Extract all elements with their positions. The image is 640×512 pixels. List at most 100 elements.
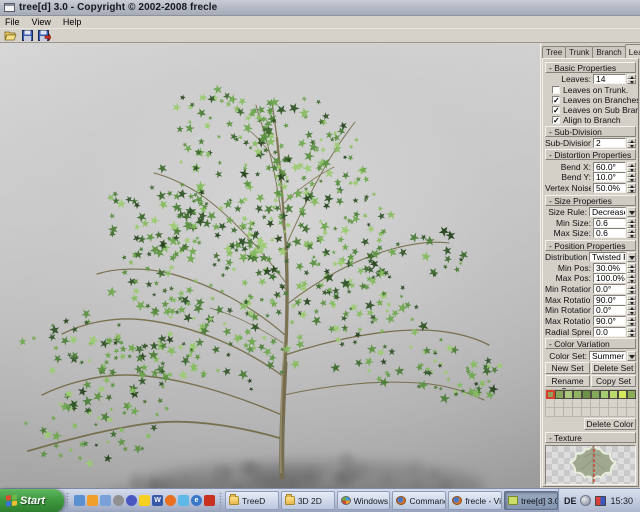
tab-branch[interactable]: Branch: [592, 46, 625, 58]
section-header-texture[interactable]: - Texture: [545, 432, 636, 443]
section-header-color-variation[interactable]: - Color Variation: [545, 338, 636, 349]
word-icon[interactable]: W: [152, 495, 163, 506]
max-rotation-y-field[interactable]: 90.0°: [593, 316, 626, 326]
viewport-3d[interactable]: [0, 43, 540, 488]
section-header-size-properties[interactable]: - Size Properties: [545, 195, 636, 206]
property-row-min-size: Min Size:0.6: [545, 217, 636, 228]
section-header-basic-properties[interactable]: - Basic Properties: [545, 62, 636, 73]
tab-leaf[interactable]: Leaf: [625, 44, 640, 58]
ie-icon[interactable]: e: [191, 495, 202, 506]
color-swatch[interactable]: [555, 390, 564, 399]
tray-update-icon[interactable]: [580, 495, 591, 506]
color-swatch[interactable]: [564, 390, 573, 399]
color-swatch[interactable]: [573, 390, 582, 399]
property-row-max-size: Max Size:0.6: [545, 228, 636, 239]
menu-view[interactable]: View: [32, 17, 51, 27]
field-label-min-size: Min Size:: [545, 218, 591, 228]
min-rotation-x-field[interactable]: 0.0°: [593, 284, 626, 294]
tab-trunk[interactable]: Trunk: [565, 46, 593, 58]
spinner-down-button[interactable]: [627, 268, 636, 273]
messenger-icon[interactable]: [178, 495, 189, 506]
leaves-field[interactable]: 14: [593, 74, 626, 84]
max-pos-field[interactable]: 100.0%: [593, 273, 626, 283]
color-swatch[interactable]: [546, 390, 555, 399]
color-set-field[interactable]: Summer: [589, 351, 626, 361]
spinner-down-button[interactable]: [627, 321, 636, 326]
media-icon[interactable]: [126, 495, 137, 506]
color-swatch[interactable]: [609, 390, 618, 399]
winamp-icon[interactable]: [139, 495, 150, 506]
tray-display-icon[interactable]: [595, 496, 606, 506]
checkbox-label-leaves-on-trunk: Leaves on Trunk.: [563, 85, 628, 95]
export-file-icon[interactable]: [38, 30, 51, 41]
save-file-icon[interactable]: [22, 30, 33, 41]
taskbar-button-3d-2d[interactable]: 3D 2D: [281, 491, 335, 510]
show-desktop-icon[interactable]: [74, 495, 85, 506]
delete-color-button[interactable]: Delete Color: [584, 418, 636, 430]
spinner-down-button[interactable]: [627, 278, 636, 283]
checkbox-label-leaves-on-sub-branches: Leaves on Sub Branches: [563, 105, 639, 115]
taskbar-button-command-and[interactable]: Command and...: [392, 491, 446, 510]
tab-tree[interactable]: Tree: [542, 46, 566, 58]
color-swatch[interactable]: [618, 390, 627, 399]
taskbar-button-frecle-view-t[interactable]: frecle - View t...: [448, 491, 502, 510]
min-size-field[interactable]: 0.6: [593, 218, 626, 228]
radial-spread-field[interactable]: 0.0: [593, 327, 626, 337]
checkbox-leaves-on-branches[interactable]: ✓: [552, 96, 560, 104]
section-header-distortion-properties[interactable]: - Distortion Properties: [545, 149, 636, 160]
spinner-down-button[interactable]: [627, 310, 636, 315]
color-swatch[interactable]: [582, 390, 591, 399]
menu-help[interactable]: Help: [63, 17, 82, 27]
checkbox-align-to-branch[interactable]: ✓: [552, 116, 560, 124]
music-icon[interactable]: [204, 495, 215, 506]
spinner-down-button[interactable]: [627, 332, 636, 337]
sub-divisions-field[interactable]: 2: [593, 138, 626, 148]
taskband-grip[interactable]: [219, 492, 223, 510]
open-file-icon[interactable]: [4, 30, 17, 41]
spinner-down-button[interactable]: [627, 233, 636, 238]
bend-y-field[interactable]: 10.0°: [593, 172, 626, 182]
color-swatch[interactable]: [600, 390, 609, 399]
explorer-icon[interactable]: [100, 495, 111, 506]
color-set-dropdown-button[interactable]: [627, 351, 636, 361]
taskbar-button-windows-medi[interactable]: Windows Medi...: [337, 491, 391, 510]
section-header-position-properties[interactable]: - Position Properties: [545, 240, 636, 251]
taskbar-button-tree-d-3-0-c[interactable]: tree[d] 3.0 - C...: [504, 491, 558, 510]
max-size-field[interactable]: 0.6: [593, 228, 626, 238]
color-swatch[interactable]: [627, 390, 636, 399]
volume-icon[interactable]: [113, 495, 124, 506]
spinner-down-button[interactable]: [627, 167, 636, 172]
spinner-down-button[interactable]: [627, 143, 636, 148]
mail-icon[interactable]: [87, 495, 98, 506]
spinner-down-button[interactable]: [627, 289, 636, 294]
bend-x-field[interactable]: 60.0°: [593, 162, 626, 172]
rename-set-button[interactable]: Rename Set: [545, 375, 590, 387]
leaf-texture-preview[interactable]: [545, 445, 636, 485]
new-set-button[interactable]: New Set: [545, 362, 590, 374]
spinner-down-button[interactable]: [627, 223, 636, 228]
size-rule-field[interactable]: Decrease: [589, 207, 626, 217]
firefox-icon[interactable]: [165, 495, 176, 506]
start-button[interactable]: Start: [0, 489, 64, 512]
distribution-field[interactable]: Twisted Pair: [589, 252, 626, 262]
section-header-sub-division[interactable]: - Sub-Division: [545, 126, 636, 137]
size-rule-dropdown-button[interactable]: [627, 207, 636, 217]
checkbox-leaves-on-trunk[interactable]: [552, 86, 560, 94]
spinner-down-button[interactable]: [627, 177, 636, 182]
taskbar-button-treed[interactable]: TreeD: [225, 491, 279, 510]
delete-set-button[interactable]: Delete Set: [591, 362, 636, 374]
menu-file[interactable]: File: [5, 17, 20, 27]
max-rotation-x-field[interactable]: 90.0°: [593, 295, 626, 305]
vertex-noise-field[interactable]: 50.0%: [593, 183, 626, 193]
language-indicator[interactable]: DE: [564, 496, 577, 506]
checkbox-leaves-on-sub-branches[interactable]: ✓: [552, 106, 560, 114]
spinner-down-button[interactable]: [627, 300, 636, 305]
color-swatch[interactable]: [591, 390, 600, 399]
copy-set-button[interactable]: Copy Set: [591, 375, 636, 387]
min-pos-field[interactable]: 30.0%: [593, 263, 626, 273]
quicklaunch-grip[interactable]: [66, 492, 70, 510]
spinner-down-button[interactable]: [627, 188, 636, 193]
min-rotation-y-field[interactable]: 0.0°: [593, 305, 626, 315]
distribution-dropdown-button[interactable]: [627, 252, 636, 262]
spinner-down-button[interactable]: [627, 79, 636, 84]
